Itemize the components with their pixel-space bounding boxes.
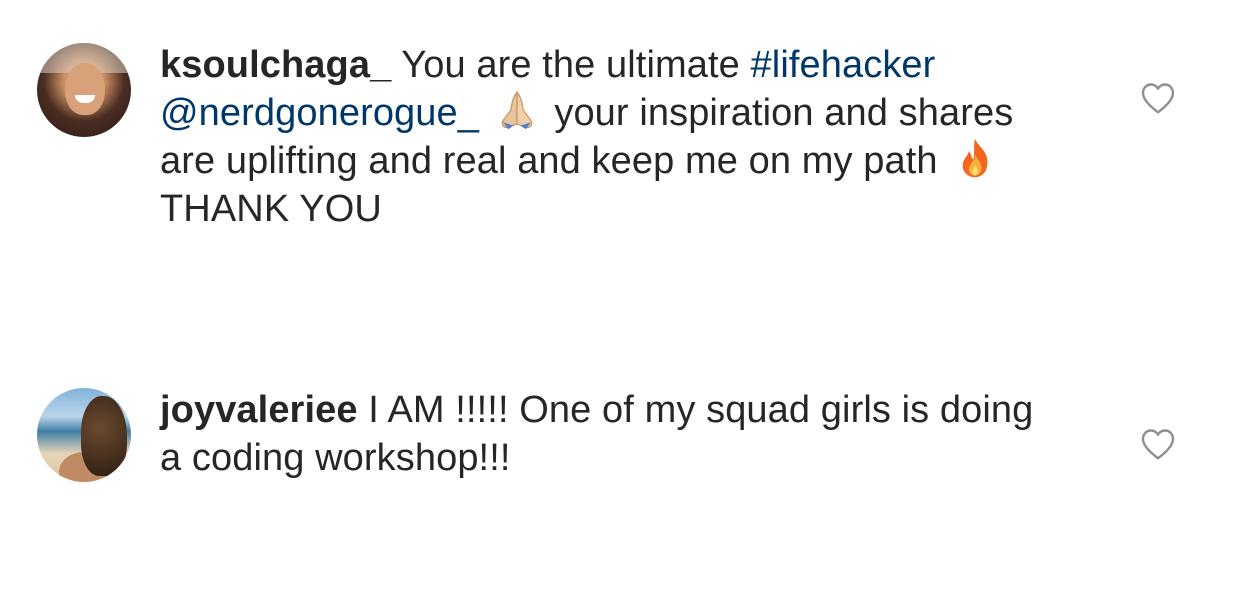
- hashtag-link[interactable]: #lifehacker: [751, 44, 936, 86]
- comment-text: joyvaleriee I AM !!!!! One of my squad g…: [160, 386, 1060, 482]
- comment-body-part: THANK YOU: [160, 188, 382, 230]
- heart-outline-icon: [1141, 83, 1175, 114]
- fire-icon: [962, 138, 988, 178]
- avatar-face: [65, 63, 105, 115]
- comment-body-part: You are the ultimate: [391, 44, 751, 86]
- avatar[interactable]: [37, 388, 131, 482]
- comment-item: ksoulchaga_ You are the ultimate #lifeha…: [0, 0, 1242, 345]
- comment-username[interactable]: ksoulchaga_: [160, 44, 391, 86]
- avatar[interactable]: [37, 43, 131, 137]
- mention-link[interactable]: @nerdgonerogue_: [160, 92, 479, 134]
- avatar-hair: [81, 396, 127, 476]
- like-button[interactable]: [1140, 81, 1176, 115]
- comment-item: joyvaleriee I AM !!!!! One of my squad g…: [0, 345, 1242, 600]
- folded-hands-icon: [501, 90, 533, 130]
- comment-username[interactable]: joyvaleriee: [160, 389, 358, 431]
- heart-outline-icon: [1141, 429, 1175, 460]
- comment-text: ksoulchaga_ You are the ultimate #lifeha…: [160, 41, 1060, 233]
- like-button[interactable]: [1140, 427, 1176, 461]
